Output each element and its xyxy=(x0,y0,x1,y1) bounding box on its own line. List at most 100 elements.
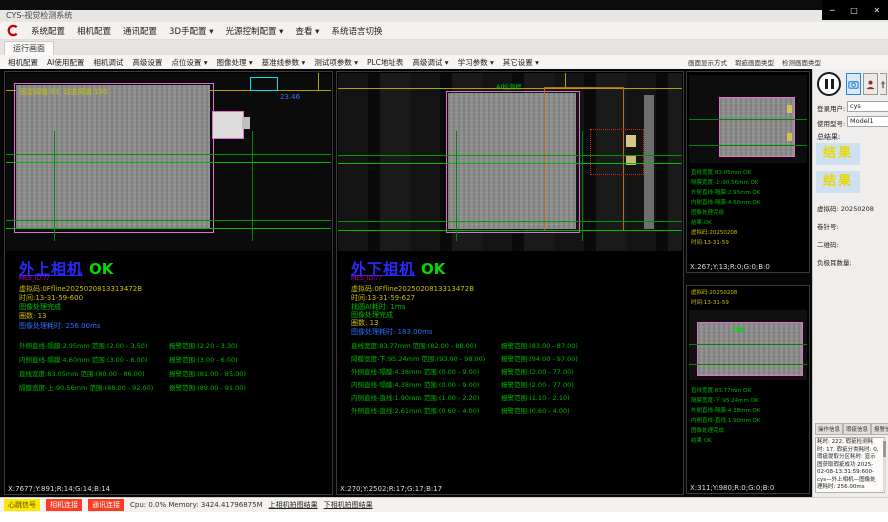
green-line-vertical xyxy=(252,131,253,241)
titlebar-strip xyxy=(0,0,888,10)
small-bottom-camera-view[interactable]: 虚拟码:20250208 时间:13-31-59 OK 直线宽度:83.77mm… xyxy=(686,285,810,494)
close-button[interactable]: ✕ xyxy=(873,6,880,15)
bright-strip xyxy=(644,95,654,229)
app-window: CYS-视觉检测系统 ─ □ ✕ 系统配置 相机配置 通讯配置 3D手配置 ▾ … xyxy=(0,0,888,522)
connector-tip xyxy=(242,117,250,129)
log-output[interactable]: 耗时: 222, 瑕疵检测耗时: 17, 瑕疵分类耗时: 0, 瑕疵提取分区耗时… xyxy=(815,437,885,493)
arrow-up-icon xyxy=(880,79,886,90)
measurement-row: 内侧直线-隔膜:4.38mm 范围:(0.00 - 9.00) 报警范围:(2.… xyxy=(351,379,661,389)
qr-code-label: 二维码: xyxy=(817,239,839,249)
main-area: 固定阈值:93, 动态阈值:100 23.46 外上相机OK MES_ID:??… xyxy=(0,69,888,497)
tab-run-screen[interactable]: 运行画面 xyxy=(4,41,54,55)
comm-connect-badge: 通讯连接 xyxy=(88,499,124,511)
measurement-value: 隔膜宽度-上:90.56mm 范围:(88.00 - 92.00) xyxy=(19,384,153,392)
green-line xyxy=(338,155,682,156)
measurement-row: 外侧直线-直线:2.61mm 范围:(0.60 - 4.00) 报警范围:(0.… xyxy=(351,405,661,415)
yellow-baseline-vertical xyxy=(565,73,566,88)
inspected-part xyxy=(697,322,803,376)
log-scrollbar-thumb[interactable] xyxy=(883,441,886,457)
left-camera-view[interactable]: 固定阈值:93, 动态阈值:100 23.46 外上相机OK MES_ID:??… xyxy=(4,71,333,495)
result-line-yellow: 虚拟码:20250208 xyxy=(691,288,737,298)
green-line xyxy=(689,344,807,345)
menu-camera-config[interactable]: 相机配置 xyxy=(77,25,111,37)
small-top-image[interactable] xyxy=(689,75,807,163)
measurement-value: 内侧直线-隔膜:4.38mm 范围:(0.00 - 9.00) xyxy=(351,381,479,389)
login-user-value[interactable]: cys xyxy=(847,101,888,112)
mes-id-line: MES_ID:?? xyxy=(19,275,50,282)
virtual-barcode-label: 虚拟码: xyxy=(817,205,839,213)
measurement-value: 内侧直线-直线:1.90mm 范围:(1.00 - 2.20) xyxy=(351,394,479,402)
measurement-value: 直线宽度:83.77mm 范围:(82.00 - 88.00) xyxy=(351,342,476,350)
alarm-range: 报警范围:(83.00 - 87.00) xyxy=(501,340,578,350)
titlebar[interactable]: CYS-视觉检测系统 xyxy=(0,10,888,22)
tab-run-screen-label: 运行画面 xyxy=(13,44,45,53)
cursor-pixel-readout: X:267;Y:13;R:0;G:0;B:0 xyxy=(690,263,770,271)
tb-ai-config[interactable]: AI使用配置 xyxy=(47,57,84,68)
measurement-value: 外侧直线-隔膜:2.95mm 范围:(2.00 - 3.50) xyxy=(19,342,147,350)
heartbeat-status-badge: 心跳信号 xyxy=(4,499,40,511)
process-time-line: 图像处理耗时: 256.00ms xyxy=(19,321,101,331)
result-line: 隔膜宽度-上:90.56mm OK xyxy=(691,178,760,188)
result-ok-badge: OK xyxy=(89,260,113,278)
menu-language-switch[interactable]: 系统语言切换 xyxy=(331,25,382,37)
mid-camera-image[interactable]: AI检测框 xyxy=(338,73,682,251)
yellow-baseline-vertical xyxy=(318,73,319,90)
camera-capture-button[interactable] xyxy=(846,73,861,95)
result-line: 结果:OK xyxy=(691,436,760,446)
menu-3d-config[interactable]: 3D手配置 ▾ xyxy=(169,25,213,37)
info-tabs: 操作信息 瑕疵信息 报警信息 xyxy=(815,423,888,435)
camera-connect-badge: 相机连接 xyxy=(46,499,82,511)
menu-view[interactable]: 查看 ▾ xyxy=(295,25,319,37)
result-line: 隔膜宽度-下:95.24mm OK xyxy=(691,396,760,406)
cpu-memory-readout: Cpu: 0.0% Memory: 3424.41796875M xyxy=(130,501,263,509)
tb-image-processing[interactable]: 图像处理 ▾ xyxy=(217,57,253,68)
menu-system-config[interactable]: 系统配置 xyxy=(31,25,65,37)
tb-camera-config[interactable]: 相机配置 xyxy=(8,57,38,68)
small-bottom-image[interactable]: OK xyxy=(689,310,807,380)
alarm-range: 报警范围:(3.00 - 6.00) xyxy=(169,354,238,364)
tb-advanced-settings[interactable]: 高级设置 xyxy=(132,57,162,68)
pin-number-label: 卷针号: xyxy=(817,221,839,231)
tb-point-settings[interactable]: 点位设置 ▾ xyxy=(171,57,207,68)
maximize-button[interactable]: □ xyxy=(850,6,858,15)
tab-alarm-info[interactable]: 报警信息 xyxy=(871,423,888,435)
view-mode-label[interactable]: 画面显示方式 xyxy=(688,57,727,67)
tb-learn-params[interactable]: 学习参数 ▾ xyxy=(458,57,494,68)
threshold-overlay-label: 固定阈值:93, 动态阈值:100 xyxy=(20,87,107,97)
menu-light-config[interactable]: 光源控制配置 ▾ xyxy=(225,25,283,37)
defect-view-label[interactable]: 瑕疵画面类型 xyxy=(735,57,774,67)
pause-button[interactable] xyxy=(817,72,841,96)
small-bottom-header-lines: 虚拟码:20250208 时间:13-31-59 xyxy=(691,288,737,308)
tab-operation-info[interactable]: 操作信息 xyxy=(815,423,843,435)
model-value[interactable]: Model1 xyxy=(847,116,888,127)
tb-camera-debug[interactable]: 相机调试 xyxy=(93,57,123,68)
tb-baseline-params[interactable]: 基准线参数 ▾ xyxy=(262,57,306,68)
tb-plc-table[interactable]: PLC地址表 xyxy=(367,57,403,68)
minimize-button[interactable]: ─ xyxy=(830,6,835,15)
user-button[interactable] xyxy=(863,73,878,95)
upload-button[interactable] xyxy=(880,73,887,95)
result-line: 外侧直线-隔膜:2.95mm OK xyxy=(691,188,760,198)
small-top-camera-view[interactable]: 直线宽度:83.05mm OK 隔膜宽度-上:90.56mm OK 外侧直线-隔… xyxy=(686,71,810,273)
tb-test-params[interactable]: 测试项参数 ▾ xyxy=(314,57,358,68)
tb-advanced-debug[interactable]: 高级调试 ▾ xyxy=(412,57,448,68)
mid-camera-view[interactable]: AI检测框 外下相机OK MES_ID:?? 虚拟码:0Ffline202502… xyxy=(336,71,684,495)
lower-camera-result-link[interactable]: 下相机拍图结果 xyxy=(324,500,373,510)
log-scrollbar[interactable] xyxy=(883,439,886,491)
green-line xyxy=(689,119,807,120)
alarm-range: 报警范围:(2.20 - 3.30) xyxy=(169,340,238,350)
tab-defect-info[interactable]: 瑕疵信息 xyxy=(843,423,871,435)
tab-strip: 运行画面 xyxy=(0,40,888,56)
menu-comm-config[interactable]: 通讯配置 xyxy=(123,25,157,37)
left-camera-image[interactable]: 固定阈值:93, 动态阈值:100 23.46 xyxy=(6,73,331,251)
detect-view-label[interactable]: 检测画面类型 xyxy=(782,57,821,67)
upper-camera-result-link[interactable]: 上相机拍图结果 xyxy=(269,500,318,510)
result-line: 内侧直线-直线:1.90mm OK xyxy=(691,416,760,426)
bright-blob xyxy=(626,135,636,147)
cycle-count-line: 圈数: 13 xyxy=(19,311,47,321)
alarm-range: 报警范围:(2.00 - 77.00) xyxy=(501,366,574,376)
result-line: 图像处理完成 xyxy=(691,426,760,436)
tb-other-settings[interactable]: 其它设置 ▾ xyxy=(503,57,539,68)
small-top-result-lines: 直线宽度:83.05mm OK 隔膜宽度-上:90.56mm OK 外侧直线-隔… xyxy=(691,168,760,248)
measurement-value: 外侧直线-直线:2.61mm 范围:(0.60 - 4.00) xyxy=(351,407,479,415)
